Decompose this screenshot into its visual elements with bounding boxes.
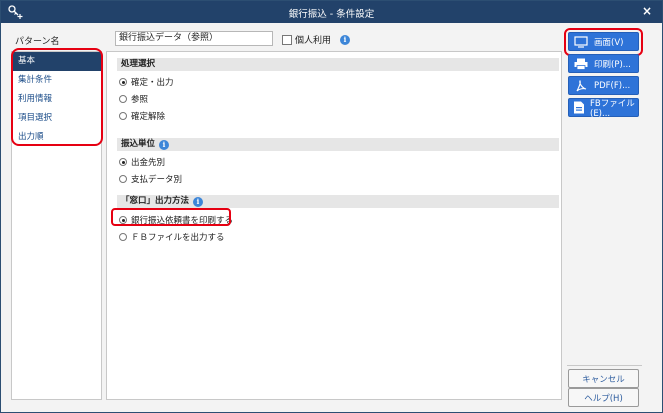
pdf-icon	[573, 78, 589, 93]
sidebar-highlight-frame	[11, 48, 103, 146]
personal-use-checkbox[interactable]	[282, 34, 292, 45]
radio-label: 支払データ別	[131, 175, 183, 185]
section-title: 振込単位	[121, 139, 156, 149]
button-divider	[567, 365, 642, 366]
radio-label: 確定・出力	[131, 78, 174, 88]
fb-file-button[interactable]: FBファイル(E)...	[568, 98, 639, 119]
radio-confirm-output[interactable]: 確定・出力	[119, 76, 174, 88]
radio-label: ＦＢファイルを出力する	[131, 233, 225, 243]
radio-button[interactable]	[119, 78, 127, 86]
section-header-process: 処理選択	[117, 58, 559, 71]
fb-file-button-label: FBファイル(E)...	[590, 98, 635, 119]
print-button[interactable]: 印刷(P)...	[568, 54, 639, 73]
pdf-button[interactable]: PDF(F)...	[568, 76, 639, 95]
option-highlight-frame	[111, 208, 231, 226]
section-header-unit: 振込単位 i	[117, 138, 559, 151]
radio-label: 出金先別	[131, 158, 166, 168]
dialog-window: 銀行振込 - 条件設定 × パターン名 銀行振込データ（参照） 個人利用 i 基…	[0, 0, 663, 413]
help-button[interactable]: ヘルプ(H)	[568, 388, 639, 407]
personal-use-option[interactable]: 個人利用 i	[282, 33, 351, 46]
info-icon[interactable]: i	[193, 196, 204, 207]
radio-button[interactable]	[119, 175, 127, 183]
radio-button[interactable]	[119, 233, 127, 241]
section-title: 「窓口」出力方法	[121, 196, 190, 206]
pattern-name-label: パターン名	[15, 37, 60, 47]
radio-label: 参照	[131, 95, 149, 105]
pattern-name-input[interactable]: 銀行振込データ（参照）	[115, 31, 273, 46]
info-icon[interactable]: i	[159, 139, 170, 150]
window-title: 銀行振込 - 条件設定	[288, 9, 375, 20]
radio-button[interactable]	[119, 95, 127, 103]
printer-icon	[573, 56, 589, 71]
radio-button[interactable]	[119, 158, 127, 166]
radio-reference[interactable]: 参照	[119, 93, 148, 105]
radio-output-fb-file[interactable]: ＦＢファイルを出力する	[119, 231, 225, 243]
radio-button[interactable]	[119, 112, 127, 120]
radio-unconfirm[interactable]: 確定解除	[119, 110, 165, 122]
pdf-button-label: PDF(F)...	[594, 80, 631, 91]
file-icon	[573, 100, 585, 115]
radio-by-payee[interactable]: 出金先別	[119, 156, 165, 168]
close-button[interactable]: ×	[642, 4, 652, 18]
section-header-window-output: 「窓口」出力方法 i	[117, 195, 559, 208]
personal-use-label: 個人利用	[295, 36, 332, 46]
radio-label: 確定解除	[131, 112, 166, 122]
title-bar: 銀行振込 - 条件設定 ×	[1, 1, 662, 23]
info-icon[interactable]: i	[340, 34, 351, 45]
print-button-label: 印刷(P)...	[594, 59, 631, 70]
radio-by-payment-data[interactable]: 支払データ別	[119, 173, 182, 185]
section-title: 処理選択	[121, 59, 156, 69]
screen-button-highlight-frame	[564, 28, 643, 56]
cancel-button[interactable]: キャンセル	[568, 369, 639, 388]
